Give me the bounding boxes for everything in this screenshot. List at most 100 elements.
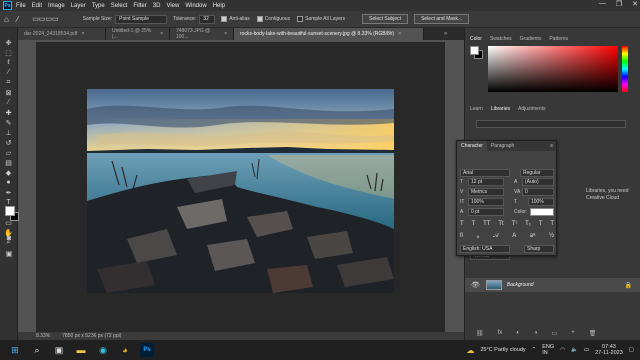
layer-row-background[interactable]: 👁 Background 🔒 (465, 278, 640, 292)
eye-icon[interactable]: 👁 (471, 281, 480, 289)
tab-gradients[interactable]: Gradients (520, 36, 542, 42)
font-style-select[interactable]: Regular (520, 169, 554, 177)
superscript-button[interactable]: T¹ (512, 221, 518, 227)
foreground-color-swatch[interactable] (5, 206, 15, 216)
photoshop-taskbar-icon[interactable]: Ps (140, 343, 154, 357)
menu-edit[interactable]: Edit (32, 3, 42, 9)
tab-character[interactable]: Character (457, 141, 487, 151)
menu-file[interactable]: File (16, 3, 26, 9)
leading-input[interactable]: (Auto) (522, 178, 554, 186)
ligature-icon[interactable]: fi (460, 233, 463, 240)
home-icon[interactable]: ⌂ (4, 15, 9, 24)
new-layer-icon[interactable]: + (571, 330, 575, 338)
volume-icon[interactable]: 🔈 (571, 347, 578, 353)
strikethrough-button[interactable]: T (550, 221, 554, 227)
close-icon[interactable]: × (398, 31, 401, 37)
tab-patterns[interactable]: Patterns (549, 36, 568, 42)
wifi-icon[interactable]: ◠ (560, 347, 565, 353)
minimize-icon[interactable]: — (599, 0, 606, 8)
healing-brush-tool-icon[interactable]: ✚ (3, 108, 15, 117)
libraries-search-input[interactable] (476, 120, 626, 128)
old-style-icon[interactable]: ℴ (477, 233, 480, 240)
sample-size-select[interactable]: Point Sample (115, 14, 168, 24)
frame-tool-icon[interactable]: ⊠ (3, 88, 15, 97)
close-icon[interactable]: × (160, 31, 163, 37)
magic-wand-icon[interactable]: ⁄ (17, 15, 18, 24)
baseline-input[interactable]: 0 pt (468, 208, 504, 216)
menu-type[interactable]: Type (92, 3, 105, 9)
subscript-button[interactable]: T₁ (525, 221, 531, 227)
tab-document-3[interactable]: 748073.JPG @ 100... × (170, 28, 234, 40)
notifications-icon[interactable]: ▢ (629, 347, 634, 353)
hue-slider[interactable] (622, 46, 628, 92)
tab-paragraph[interactable]: Paragraph (487, 143, 518, 149)
menu-window[interactable]: Window (185, 3, 206, 9)
eraser-tool-icon[interactable]: ▱ (3, 148, 15, 157)
menu-filter[interactable]: Filter (133, 3, 146, 9)
close-icon[interactable]: ✕ (632, 0, 638, 8)
windows-start-icon[interactable]: ⊞ (8, 343, 22, 357)
tab-swatches[interactable]: Swatches (490, 36, 512, 42)
crop-tool-icon[interactable]: ⌗ (3, 78, 15, 87)
tab-learn[interactable]: Learn (470, 106, 483, 112)
tab-document-2[interactable]: Untitled-1 @ 25% (... × (106, 28, 170, 40)
ordinals-icon[interactable]: aᵃ (530, 233, 536, 240)
chevron-up-icon[interactable]: ⌃ (532, 347, 537, 353)
clock[interactable]: 07:43 27-11-2023 (595, 344, 623, 356)
underline-button[interactable]: T (539, 221, 543, 227)
tracking-input[interactable]: 0 (522, 188, 554, 196)
edge-icon[interactable]: ◉ (96, 343, 110, 357)
document-image[interactable] (87, 89, 394, 293)
adjustment-icon[interactable]: ◑ (534, 330, 538, 338)
brush-tool-icon[interactable]: ✎ (3, 118, 15, 127)
tab-document-active[interactable]: rocks-body-lake-with-beautiful-sunset-sc… (234, 28, 424, 40)
vertical-scale-input[interactable]: 100% (468, 198, 504, 206)
swash-icon[interactable]: 𝒜 (493, 233, 499, 240)
history-brush-tool-icon[interactable]: ↺ (3, 138, 15, 147)
weather-icon[interactable]: ☁ (466, 346, 474, 355)
color-picker-field[interactable] (488, 46, 618, 92)
all-caps-button[interactable]: TT (483, 221, 490, 227)
magic-wand-tool-icon[interactable]: ⁄ (3, 68, 15, 77)
pen-tool-icon[interactable]: ✒ (3, 188, 15, 197)
restore-icon[interactable]: ❐ (616, 0, 622, 8)
tolerance-input[interactable]: 32 (199, 14, 216, 24)
horizontal-scale-input[interactable]: 100% (528, 198, 554, 206)
eyedropper-tool-icon[interactable]: ⁄ (3, 98, 15, 107)
text-color-swatch[interactable] (530, 208, 554, 216)
dodge-tool-icon[interactable]: ● (3, 178, 15, 187)
selection-mode-icon[interactable]: ▭▭▭▭ (32, 15, 58, 23)
tabs-overflow-icon[interactable]: » (444, 28, 447, 40)
quick-mask-icon[interactable]: ◙ (3, 234, 15, 243)
tab-adjustments[interactable]: Adjustments (518, 106, 546, 112)
font-family-select[interactable]: Arial (460, 169, 510, 177)
trash-icon[interactable]: 🗑 (589, 330, 597, 338)
tab-document-1[interactable]: dar-2024_24318534.pdf × (18, 28, 106, 40)
contiguous-checkbox[interactable] (256, 16, 263, 22)
fx-icon[interactable]: fx (498, 330, 503, 338)
menu-layer[interactable]: Layer (71, 3, 86, 9)
tab-libraries[interactable]: Libraries (491, 106, 510, 112)
file-explorer-icon[interactable]: ▬ (74, 343, 88, 357)
photoshop-logo-icon[interactable]: Ps (3, 1, 12, 10)
task-view-icon[interactable]: ▣ (52, 343, 66, 357)
menu-help[interactable]: Help (213, 3, 225, 9)
mask-icon[interactable]: ◐ (516, 330, 520, 338)
language-select[interactable]: English: USA (460, 245, 510, 253)
gradient-tool-icon[interactable]: ▤ (3, 158, 15, 167)
move-tool-icon[interactable]: ✥ (3, 38, 15, 47)
close-icon[interactable]: × (224, 31, 227, 37)
kerning-input[interactable]: Metrics (468, 188, 504, 196)
fractions-icon[interactable]: ½ (549, 233, 554, 240)
screen-mode-icon[interactable]: ▣ (3, 249, 15, 258)
select-subject-button[interactable]: Select Subject (362, 14, 409, 24)
menu-image[interactable]: Image (48, 3, 65, 9)
antialias-select[interactable]: Sharp (524, 245, 554, 253)
select-and-mask-button[interactable]: Select and Mask... (414, 14, 470, 24)
foreground-color-swatch[interactable] (470, 46, 479, 55)
sample-all-layers-checkbox[interactable] (297, 16, 304, 22)
menu-select[interactable]: Select (111, 3, 128, 9)
small-caps-button[interactable]: Tt (498, 221, 503, 227)
font-size-input[interactable]: 12 pt (468, 178, 504, 186)
marquee-tool-icon[interactable]: ⬚ (3, 48, 15, 57)
